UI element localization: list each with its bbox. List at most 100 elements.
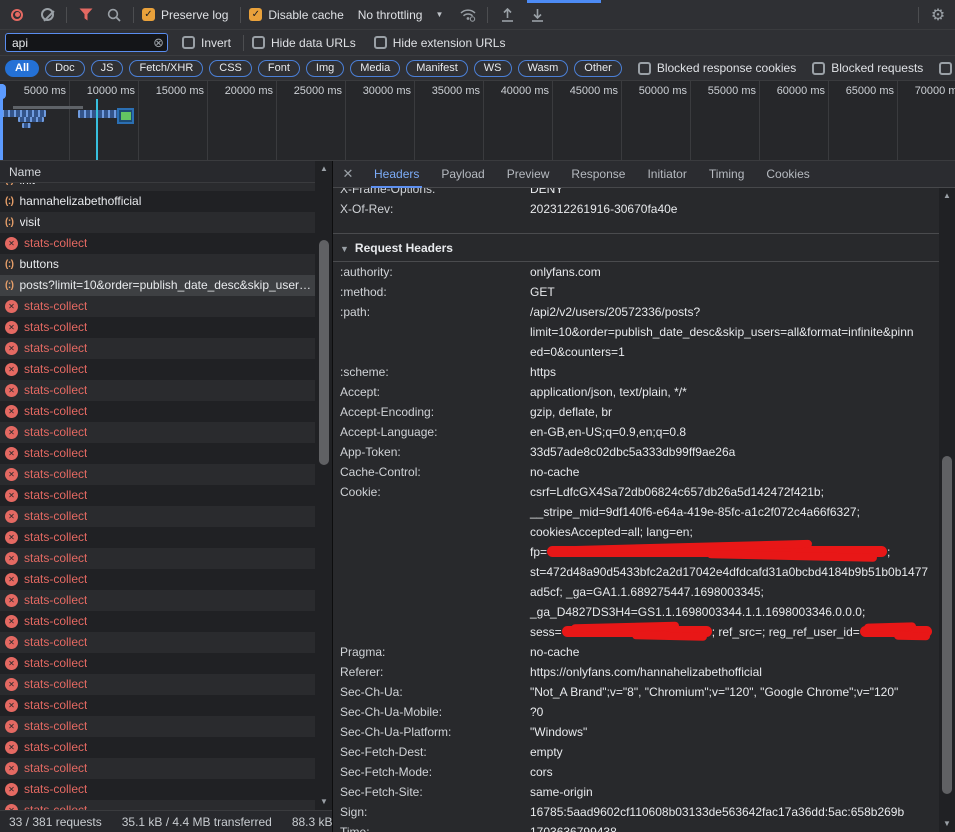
request-row[interactable]: ✕stats-collect <box>0 338 315 359</box>
request-row[interactable]: ✕stats-collect <box>0 653 315 674</box>
header-value-line: ad5cf; _ga=GA1.1.689275447.1698003345; <box>530 582 939 602</box>
settings-button[interactable]: ⚙ <box>927 4 949 26</box>
timeline-brush-grip[interactable] <box>0 84 6 99</box>
filter-input[interactable] <box>12 36 149 50</box>
scrollbar-thumb[interactable] <box>942 456 952 794</box>
clear-button[interactable] <box>36 4 58 26</box>
tab-headers[interactable]: Headers <box>363 161 430 188</box>
type-filter-doc[interactable]: Doc <box>45 60 85 77</box>
request-name: stats-collect <box>24 632 87 653</box>
clear-filter-icon[interactable]: ⊗ <box>153 36 164 49</box>
close-icon[interactable]: ✕ <box>333 166 363 182</box>
request-row[interactable]: ✕stats-collect <box>0 380 315 401</box>
header-name: Cache-Control: <box>340 462 421 482</box>
request-row[interactable]: ✕stats-collect <box>0 359 315 380</box>
type-filter-img[interactable]: Img <box>306 60 344 77</box>
request-row[interactable]: ✕stats-collect <box>0 401 315 422</box>
request-row[interactable]: ✕stats-collect <box>0 590 315 611</box>
export-har-button[interactable] <box>526 4 548 26</box>
request-row[interactable]: ✕stats-collect <box>0 464 315 485</box>
hide-data-urls-checkbox[interactable] <box>252 36 265 49</box>
request-row[interactable]: ✕stats-collect <box>0 632 315 653</box>
type-filter-all[interactable]: All <box>5 60 39 77</box>
request-row[interactable]: ✕stats-collect <box>0 674 315 695</box>
record-button[interactable] <box>6 4 28 26</box>
request-row[interactable]: ✕stats-collect <box>0 716 315 737</box>
search-button[interactable] <box>103 4 125 26</box>
request-row[interactable]: ✕stats-collect <box>0 296 315 317</box>
scroll-down-icon[interactable]: ▼ <box>939 818 955 830</box>
request-row[interactable]: (:)buttons <box>0 254 315 275</box>
request-row[interactable]: ✕stats-collect <box>0 506 315 527</box>
invert-checkbox[interactable] <box>182 36 195 49</box>
request-row[interactable]: ✕stats-collect <box>0 569 315 590</box>
request-row[interactable]: ✕stats-collect <box>0 800 315 810</box>
header-name: Accept: <box>340 382 380 402</box>
type-filter-css[interactable]: CSS <box>209 60 252 77</box>
type-filter-font[interactable]: Font <box>258 60 300 77</box>
type-filter-manifest[interactable]: Manifest <box>406 60 468 77</box>
type-filter-wasm[interactable]: Wasm <box>518 60 569 77</box>
preserve-log-checkbox[interactable]: ✓ <box>142 8 155 21</box>
tab-timing[interactable]: Timing <box>698 161 756 188</box>
blocked-requests-checkbox[interactable] <box>812 62 825 75</box>
filter-input-box[interactable]: ⊗ <box>5 33 168 52</box>
type-filter-js[interactable]: JS <box>91 60 124 77</box>
disable-cache-checkbox[interactable]: ✓ <box>249 8 262 21</box>
request-row[interactable]: ✕ stats-collect <box>0 695 315 716</box>
header-name: Sec-Ch-Ua: <box>340 682 403 702</box>
hide-extension-urls-checkbox[interactable] <box>374 36 387 49</box>
header-value-line: __stripe_mid=9df140f6-e64a-419e-85fc-a1c… <box>530 502 939 522</box>
chevron-down-icon: ▼ <box>435 10 443 19</box>
request-row[interactable]: ✕stats-collect <box>0 527 315 548</box>
details-scrollbar[interactable]: ▲ ▼ <box>939 188 955 832</box>
request-row[interactable]: (:)hannahelizabethofficial <box>0 191 315 212</box>
request-row[interactable]: ✕stats-collect <box>0 737 315 758</box>
tab-cookies[interactable]: Cookies <box>755 161 820 188</box>
type-filter-ws[interactable]: WS <box>474 60 512 77</box>
request-row[interactable]: ✕stats-collect <box>0 548 315 569</box>
blocked-request-icon: ✕ <box>5 699 18 712</box>
request-name: posts?limit=10&order=publish_date_desc&s… <box>20 275 312 296</box>
request-list: (:)init(:)hannahelizabethofficial(:)visi… <box>0 183 315 810</box>
tab-initiator[interactable]: Initiator <box>636 161 697 188</box>
tab-preview[interactable]: Preview <box>496 161 561 188</box>
request-row[interactable]: (:)init <box>0 183 315 191</box>
request-row[interactable]: ✕stats-collect <box>0 779 315 800</box>
blocked-response-cookies-checkbox[interactable] <box>638 62 651 75</box>
request-row[interactable]: ✕stats-collect <box>0 422 315 443</box>
scroll-down-icon[interactable]: ▼ <box>316 796 332 808</box>
redaction-scribble <box>562 626 712 637</box>
header-name: Referer: <box>340 662 383 682</box>
type-filter-fetch-xhr[interactable]: Fetch/XHR <box>129 60 203 77</box>
request-name: stats-collect <box>24 695 87 716</box>
tab-response[interactable]: Response <box>560 161 636 188</box>
scrollbar-thumb[interactable] <box>319 240 329 465</box>
name-column-header[interactable]: Name <box>0 161 315 183</box>
spacer <box>333 219 939 233</box>
scroll-up-icon[interactable]: ▲ <box>939 190 955 202</box>
request-row[interactable]: (:)posts?limit=10&order=publish_date_des… <box>0 275 315 296</box>
request-headers-section[interactable]: ▼Request Headers <box>333 234 939 262</box>
type-filter-other[interactable]: Other <box>574 60 622 77</box>
active-tab-indicator <box>527 0 601 3</box>
filter-toggle-button[interactable] <box>75 4 97 26</box>
tab-payload[interactable]: Payload <box>430 161 495 188</box>
timeline-label: 60000 ms <box>759 85 828 97</box>
request-row[interactable]: ✕stats-collect <box>0 611 315 632</box>
type-filter-media[interactable]: Media <box>350 60 400 77</box>
request-row[interactable]: (:)visit <box>0 212 315 233</box>
funnel-icon <box>79 8 93 21</box>
request-row[interactable]: ✕stats-collect <box>0 317 315 338</box>
network-conditions-button[interactable] <box>457 4 479 26</box>
third-party-requests-checkbox[interactable] <box>939 62 952 75</box>
request-list-scrollbar[interactable]: ▲ ▼ <box>316 161 332 810</box>
request-row[interactable]: ✕stats-collect <box>0 233 315 254</box>
request-row[interactable]: ✕stats-collect <box>0 485 315 506</box>
request-row[interactable]: ✕stats-collect <box>0 443 315 464</box>
request-row[interactable]: ✕stats-collect <box>0 758 315 779</box>
import-har-button[interactable] <box>496 4 518 26</box>
throttling-dropdown[interactable]: No throttling ▼ <box>358 8 444 22</box>
timeline-overview[interactable]: 5000 ms10000 ms15000 ms20000 ms25000 ms3… <box>0 81 955 161</box>
scroll-up-icon[interactable]: ▲ <box>316 163 332 175</box>
